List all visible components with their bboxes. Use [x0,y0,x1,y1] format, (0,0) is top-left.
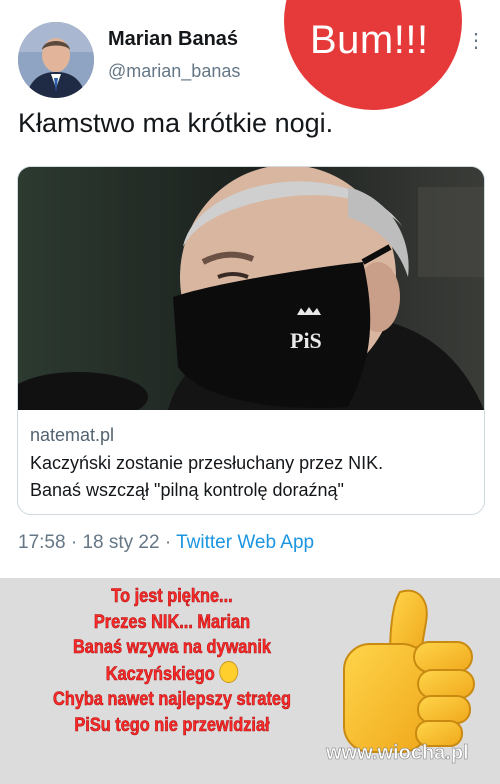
meta-separator: · [70,532,78,553]
caption-block: To jest piękne... Prezes NIK... Marian B… [0,584,344,738]
more-vertical-icon[interactable]: ⋮ [466,28,486,54]
avatar[interactable] [18,22,94,98]
tweet-source[interactable]: Twitter Web App [176,532,314,553]
author-handle[interactable]: @marian_banas [108,61,240,82]
link-domain: natemat.pl [30,425,115,445]
caption-line: Kaczyńskiego [105,663,216,685]
meta-separator: · [164,532,172,553]
mask-logo-text: PiS [290,328,322,353]
tweet-time[interactable]: 17:58 [18,532,66,553]
overlay-label: Bum!!! [310,18,429,62]
caption-line: Prezes NIK... Marian [93,611,251,633]
link-preview-image: PiS [18,167,484,410]
meme-caption-area: To jest piękne... Prezes NIK... Marian B… [0,578,500,784]
caption-line: PiSu tego nie przewidział [74,714,270,736]
rofl-emoji-icon [219,660,239,683]
tweet-text: Kłamstwo ma krótkie nogi. [18,108,334,138]
meme-page: Marian Banaś @marian_banas Bum!!! ⋮ Kłam… [0,0,500,784]
author-name[interactable]: Marian Banaś [108,28,238,51]
caption-line-with-emoji: Kaczyńskiego [24,660,320,688]
tweet-meta: 17:58 · 18 sty 22 · Twitter Web App [18,532,314,554]
link-preview-card[interactable]: PiS natemat.pl Kaczyński zostanie przesł… [17,166,485,515]
caption-line: Chyba nawet najlepszy strateg [53,689,291,711]
caption-line: Banaś wzywa na dywanik [73,637,271,659]
thumbs-up-icon [330,584,490,754]
tweet-date[interactable]: 18 sty 22 [82,532,159,553]
watermark: www.wiocha.pl [326,742,469,765]
link-title-line-1: Kaczyński zostanie przesłuchany przez NI… [30,453,384,473]
link-title-line-2: Banaś wszczął "pilną kontrolę doraźną" [30,480,344,500]
tweet-card: Marian Banaś @marian_banas Bum!!! ⋮ Kłam… [0,0,500,578]
caption-line: To jest piękne... [111,586,233,608]
